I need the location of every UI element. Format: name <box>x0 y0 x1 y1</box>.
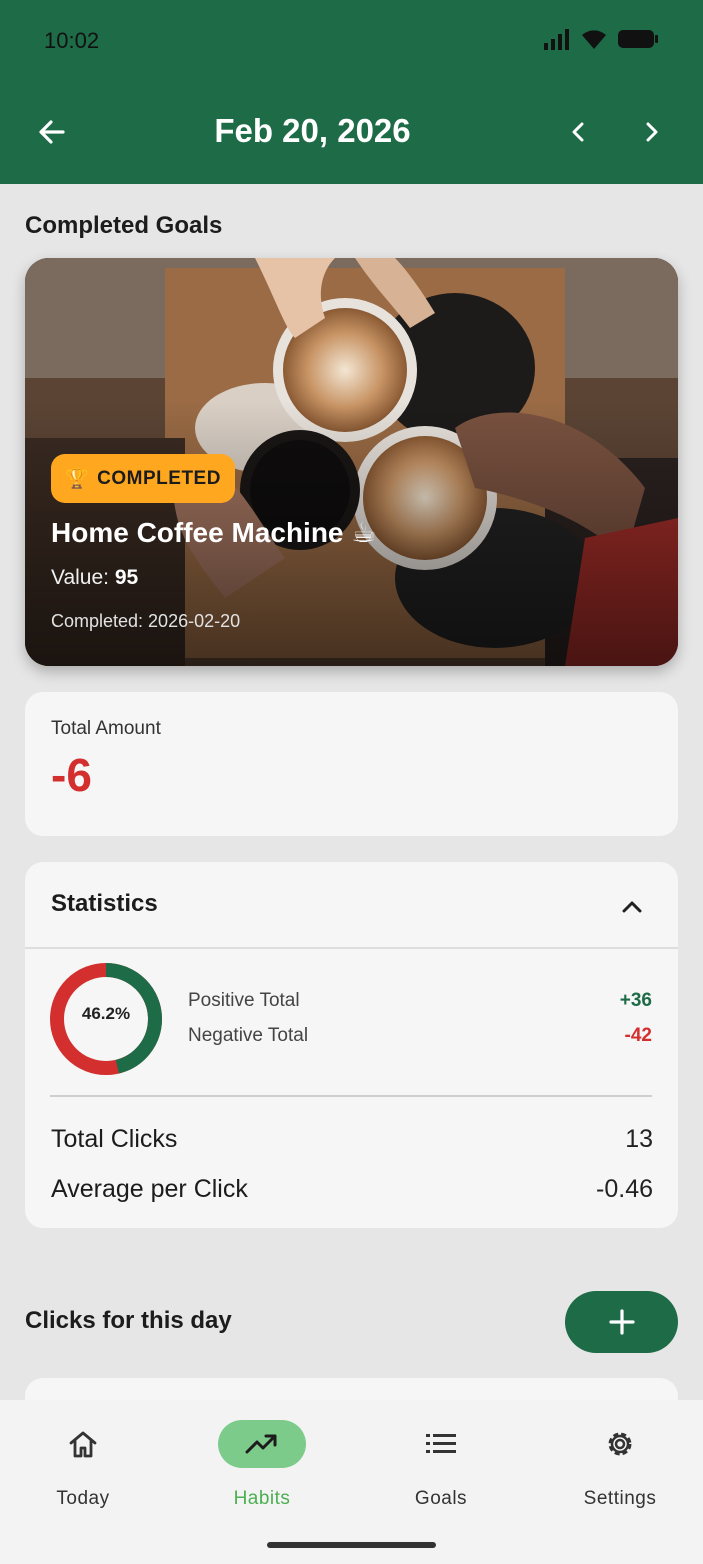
total-amount-label: Total Amount <box>51 718 161 739</box>
home-indicator <box>267 1542 436 1548</box>
nav-icon-wrap <box>39 1420 127 1468</box>
list-icon <box>426 1434 456 1453</box>
status-time: 10:02 <box>44 28 100 53</box>
total-clicks-value: 13 <box>625 1125 653 1153</box>
total-clicks-label: Total Clicks <box>51 1125 178 1153</box>
gear-icon <box>608 1432 632 1456</box>
status-icons <box>543 28 659 50</box>
average-per-click-label: Average per Click <box>51 1175 248 1203</box>
nav-item-settings[interactable]: Settings <box>545 1420 695 1510</box>
bottom-navigation: Today Habits Goals Settings <box>0 1400 703 1564</box>
chevron-up-icon <box>622 901 642 913</box>
average-per-click-row: Average per Click -0.46 <box>51 1175 653 1204</box>
wifi-icon <box>582 30 606 49</box>
goal-value: Value: 95 <box>51 566 138 590</box>
nav-label-habits: Habits <box>233 1488 291 1509</box>
nav-item-goals[interactable]: Goals <box>366 1420 516 1510</box>
nav-label-today: Today <box>56 1488 110 1509</box>
completed-goals-title: Completed Goals <box>25 212 223 239</box>
total-amount-card: Total Amount -6 <box>25 692 678 836</box>
statistics-divider <box>50 1095 652 1097</box>
home-icon <box>69 1431 97 1458</box>
negative-total-label: Negative Total <box>188 1025 309 1046</box>
goal-value-number: 95 <box>114 566 139 589</box>
nav-item-today[interactable]: Today <box>8 1420 158 1510</box>
goal-value-label: Value: <box>51 566 109 589</box>
add-click-button[interactable] <box>565 1291 678 1353</box>
clicks-section-title: Clicks for this day <box>25 1307 232 1334</box>
app-bar: 10:02 Feb 20, 2026 <box>0 0 703 184</box>
positive-total-value: +36 <box>619 990 652 1011</box>
header-row: Feb 20, 2026 <box>0 100 703 166</box>
negative-total-row: Negative Total -42 <box>188 1025 652 1047</box>
badge-label: COMPLETED <box>97 467 221 489</box>
nav-label-goals: Goals <box>414 1488 468 1509</box>
goal-name: Home Coffee Machine ☕ <box>51 517 377 548</box>
positive-total-label: Positive Total <box>188 990 300 1011</box>
trending-up-icon <box>245 1434 277 1454</box>
nav-icon-wrap <box>218 1420 306 1468</box>
goal-completed-date: Completed: 2026-02-20 <box>51 611 241 631</box>
total-amount-value: -6 <box>51 749 92 801</box>
battery-icon <box>618 30 658 48</box>
total-clicks-row: Total Clicks 13 <box>51 1125 653 1154</box>
nav-label-settings: Settings <box>583 1488 657 1509</box>
statistics-title: Statistics <box>51 890 158 917</box>
next-day-button[interactable] <box>630 110 674 154</box>
nav-icon-wrap <box>576 1420 664 1468</box>
positive-total-row: Positive Total +36 <box>188 990 652 1012</box>
completed-badge: 🏆 COMPLETED <box>51 454 235 503</box>
chevron-right-icon <box>646 122 658 142</box>
nav-icon-wrap <box>397 1420 485 1468</box>
trophy-icon: 🏆 <box>65 468 90 490</box>
completed-goal-card[interactable]: 🏆 COMPLETED Home Coffee Machine ☕ Value:… <box>25 258 678 666</box>
nav-item-habits[interactable]: Habits <box>187 1420 337 1510</box>
statistics-header[interactable]: Statistics <box>25 862 678 949</box>
donut-percent: 46.2% <box>81 1004 131 1023</box>
plus-icon <box>608 1309 635 1335</box>
chevron-left-icon <box>572 122 584 142</box>
average-per-click-value: -0.46 <box>596 1175 653 1203</box>
statistics-card: Statistics 46.2% Positive Total +36 Nega… <box>25 862 678 1228</box>
collapse-button[interactable] <box>616 890 648 922</box>
negative-total-value: -42 <box>624 1025 652 1046</box>
previous-day-button[interactable] <box>556 110 600 154</box>
signal-icon <box>544 29 569 50</box>
